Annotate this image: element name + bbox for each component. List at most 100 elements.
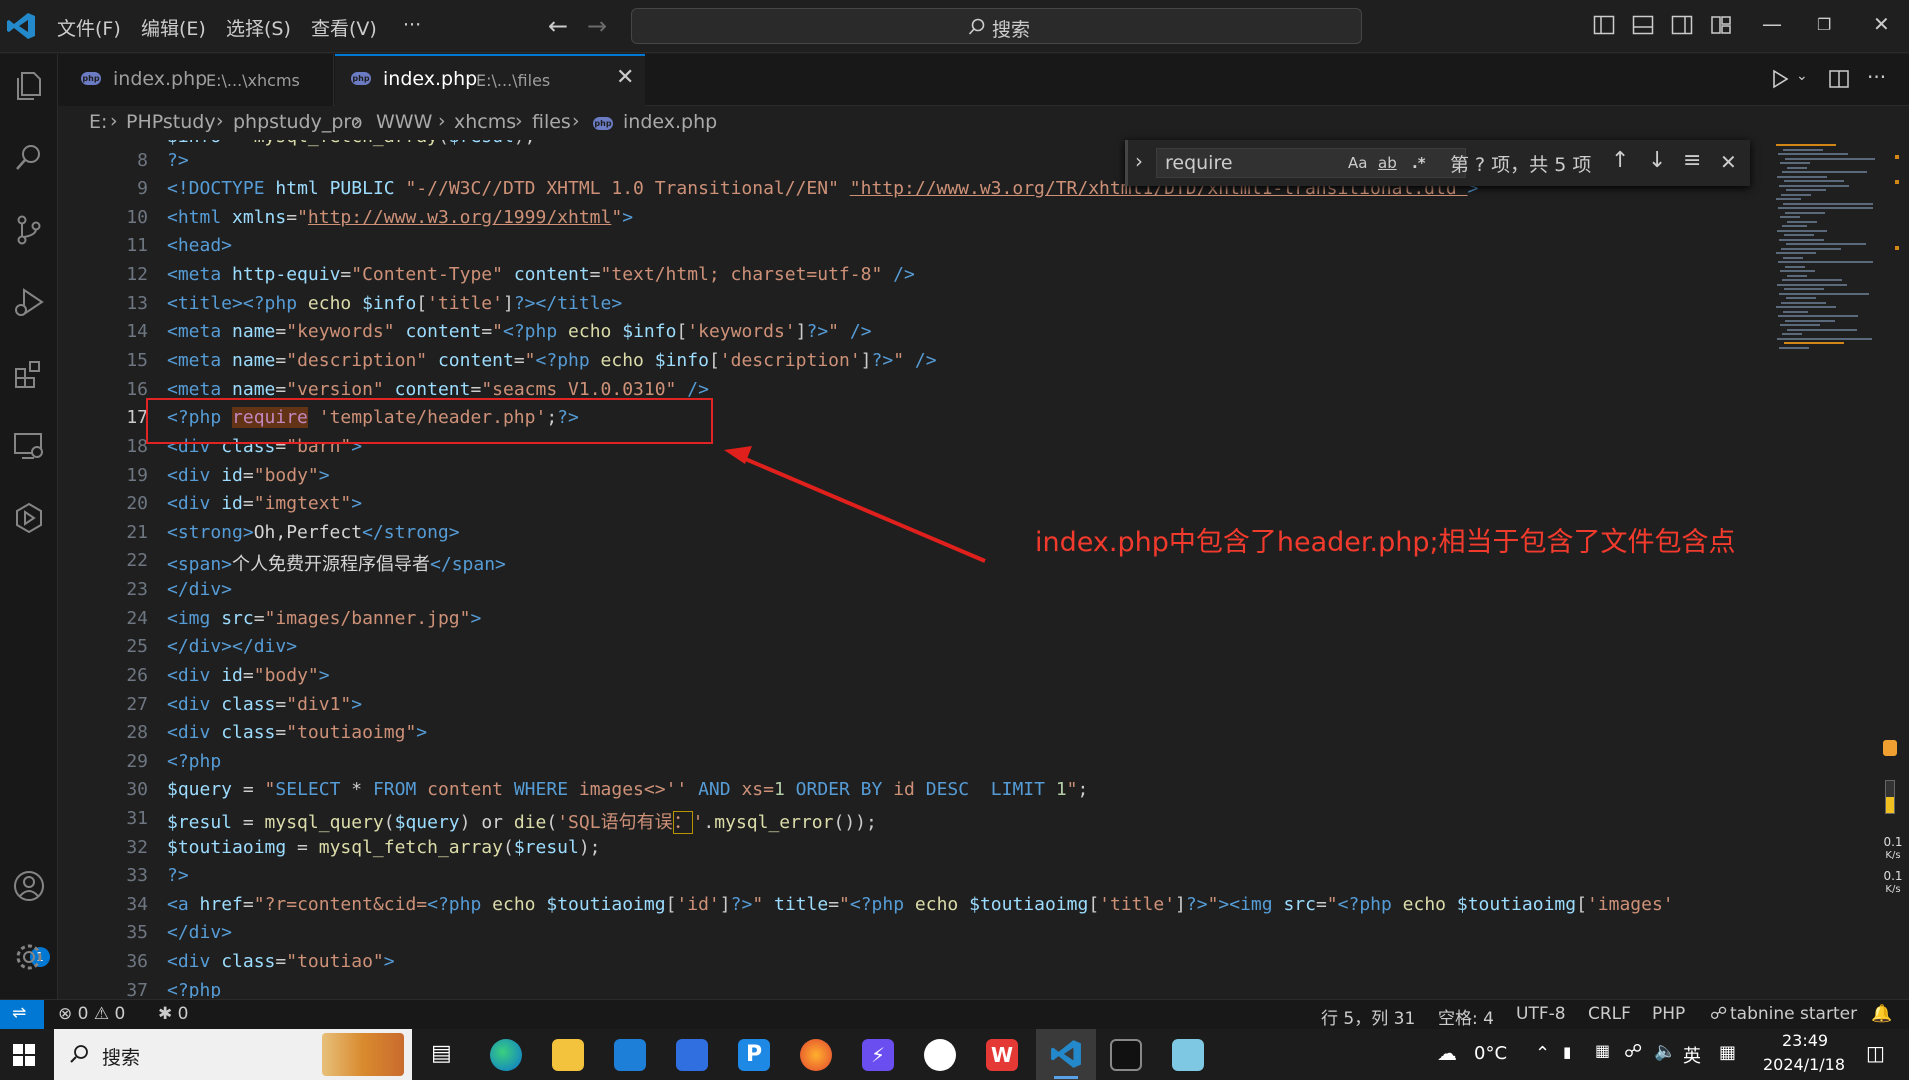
clock-date[interactable]: 2024/1/18 xyxy=(1763,1055,1845,1074)
p-app-icon[interactable]: P xyxy=(738,1039,770,1071)
battery-icon[interactable]: ▮ xyxy=(1563,1043,1571,1061)
breadcrumb-item[interactable]: files xyxy=(532,111,571,133)
breadcrumb-item[interactable]: phpstudy_pro xyxy=(233,111,362,133)
next-match-icon[interactable]: ↓ xyxy=(1648,148,1666,173)
restore-icon[interactable]: ❐ xyxy=(1817,15,1831,34)
more-actions-icon[interactable]: ··· xyxy=(1867,65,1886,89)
toggle-panel-icon[interactable] xyxy=(1632,14,1654,36)
wps-icon[interactable]: W xyxy=(986,1039,1018,1071)
cursor-position[interactable]: 行 5，列 31 xyxy=(1321,1004,1415,1029)
run-icon[interactable] xyxy=(1770,69,1790,89)
customize-layout-icon[interactable] xyxy=(1710,14,1732,36)
notepad-icon[interactable] xyxy=(1172,1039,1204,1071)
close-tab-icon[interactable]: ✕ xyxy=(616,65,634,90)
split-editor-icon[interactable] xyxy=(1828,68,1850,90)
show-hidden-icons-chevron-icon[interactable]: ⌃ xyxy=(1535,1043,1550,1064)
toggle-replace-chevron-icon[interactable]: › xyxy=(1135,149,1143,173)
error-icon: ⊗ xyxy=(58,1004,73,1024)
line-number: 16 xyxy=(126,379,148,400)
code-area[interactable]: $info = mysql_fetch_array($resul); ?> <!… xyxy=(167,140,1827,998)
accounts-icon[interactable] xyxy=(12,869,46,903)
match-whole-word-icon[interactable]: ab xyxy=(1378,154,1397,172)
settings-gear-icon[interactable] xyxy=(12,940,46,974)
menu-more[interactable]: ··· xyxy=(403,14,421,36)
remote-explorer-icon[interactable] xyxy=(12,429,46,463)
chevron-right-icon: › xyxy=(438,110,446,132)
eol-status[interactable]: CRLF xyxy=(1588,1004,1631,1024)
code-line: </div></div> xyxy=(167,636,298,657)
minimap-line xyxy=(1787,274,1807,277)
minimap[interactable] xyxy=(1776,140,1891,390)
language-mode[interactable]: PHP xyxy=(1652,1004,1685,1024)
tab-index-php-files[interactable]: php index.php E:\...\files ✕ xyxy=(335,54,645,106)
close-window-icon[interactable]: ✕ xyxy=(1873,12,1890,36)
toggle-primary-sidebar-icon[interactable] xyxy=(1593,14,1615,36)
notification-center-icon[interactable]: ◫ xyxy=(1866,1041,1885,1065)
code-line: <meta http-equiv="Content-Type" content=… xyxy=(167,264,915,285)
docker-icon[interactable] xyxy=(12,501,46,535)
annotation-text: index.php中包含了header.php;相当于包含了文件包含点 xyxy=(1035,527,1736,558)
firefox-icon[interactable] xyxy=(800,1039,832,1071)
clock-time[interactable]: 23:49 xyxy=(1782,1031,1828,1050)
source-control-icon[interactable] xyxy=(12,213,46,247)
run-debug-icon[interactable] xyxy=(12,285,46,319)
menu-edit[interactable]: 编辑(E) xyxy=(141,14,206,41)
store-icon[interactable] xyxy=(676,1039,708,1071)
explorer-icon[interactable] xyxy=(12,69,46,103)
minimize-icon[interactable]: — xyxy=(1762,12,1782,36)
search-sidebar-icon[interactable] xyxy=(12,141,46,175)
network-icon[interactable]: ☍ xyxy=(1624,1041,1642,1062)
net-download-speed: 0.1 K/s xyxy=(1883,869,1903,895)
vscode-taskbar-icon xyxy=(1051,1040,1081,1068)
command-search-box[interactable]: 搜索 xyxy=(631,8,1362,44)
match-case-icon[interactable]: Aa xyxy=(1348,154,1367,172)
volume-icon[interactable]: 🔈 xyxy=(1654,1041,1676,1062)
dice-app-icon[interactable] xyxy=(924,1039,956,1071)
run-dropdown-chevron-icon[interactable]: ⌄ xyxy=(1796,68,1808,84)
close-find-icon[interactable]: ✕ xyxy=(1720,150,1737,174)
indentation-status[interactable]: 空格: 4 xyxy=(1438,1004,1494,1029)
task-view-icon[interactable]: ▤ xyxy=(431,1041,452,1066)
menu-view[interactable]: 查看(V) xyxy=(311,14,377,41)
menu-selection[interactable]: 选择(S) xyxy=(226,14,291,41)
php-file-icon: php xyxy=(351,72,371,85)
breadcrumb-item[interactable]: PHPstudy xyxy=(126,111,216,133)
activity-bar: 1 xyxy=(0,54,58,999)
back-arrow-icon[interactable]: ← xyxy=(548,12,568,40)
windows-start-icon[interactable] xyxy=(13,1044,35,1066)
error-count: 0 xyxy=(77,1004,89,1024)
menu-file[interactable]: 文件(F) xyxy=(57,14,121,41)
colorful-tray-icon[interactable]: ▦ xyxy=(1595,1041,1610,1060)
find-input[interactable]: require Aa ab .* xyxy=(1156,148,1466,178)
edge-icon[interactable] xyxy=(490,1039,522,1071)
previous-match-icon[interactable]: ↑ xyxy=(1611,148,1629,173)
ports-status[interactable]: ✱ 0 xyxy=(158,1004,188,1024)
file-explorer-icon[interactable] xyxy=(552,1039,584,1071)
forward-arrow-icon[interactable]: → xyxy=(587,12,607,40)
breadcrumb-item[interactable]: E: xyxy=(89,111,107,133)
breadcrumb-item[interactable]: index.php xyxy=(623,111,717,133)
use-regex-icon[interactable]: .* xyxy=(1412,154,1426,172)
code-editor[interactable]: 8 9 10 11 12 13 14 15 16 17 18 19 20 21 22 23 24 25 26 27 28… xyxy=(58,140,1909,998)
tab-index-php-xhcms[interactable]: php index.php E:\...\xhcms xyxy=(58,54,334,106)
line-number: 34 xyxy=(126,894,148,915)
extensions-icon[interactable] xyxy=(12,357,46,391)
bolt-app-icon[interactable]: ⚡ xyxy=(862,1039,894,1071)
weather-temp[interactable]: 0°C xyxy=(1474,1043,1507,1064)
toggle-secondary-sidebar-icon[interactable] xyxy=(1671,14,1693,36)
minimap-line xyxy=(1776,144,1836,146)
encoding-status[interactable]: UTF-8 xyxy=(1516,1004,1566,1024)
taskbar-search-box[interactable]: 搜索 xyxy=(54,1029,412,1080)
find-in-selection-icon[interactable]: ≡ xyxy=(1683,148,1701,173)
problems-status[interactable]: ⊗ 0 ⚠ 0 xyxy=(58,1004,125,1024)
ime-mode-icon[interactable]: ▦ xyxy=(1719,1042,1736,1063)
tabnine-status[interactable]: tabnine starter xyxy=(1730,1004,1857,1024)
breadcrumb-item[interactable]: WWW xyxy=(376,111,432,133)
vscode-taskbar-active[interactable] xyxy=(1036,1029,1096,1080)
notifications-bell-icon[interactable]: 🔔 xyxy=(1871,1004,1892,1024)
terminal-icon[interactable] xyxy=(1110,1039,1142,1071)
ime-language[interactable]: 英 xyxy=(1683,1042,1701,1068)
remote-indicator[interactable]: ⇌ xyxy=(0,1000,44,1030)
breadcrumb-item[interactable]: xhcms xyxy=(454,111,516,133)
mail-icon[interactable] xyxy=(614,1039,646,1071)
